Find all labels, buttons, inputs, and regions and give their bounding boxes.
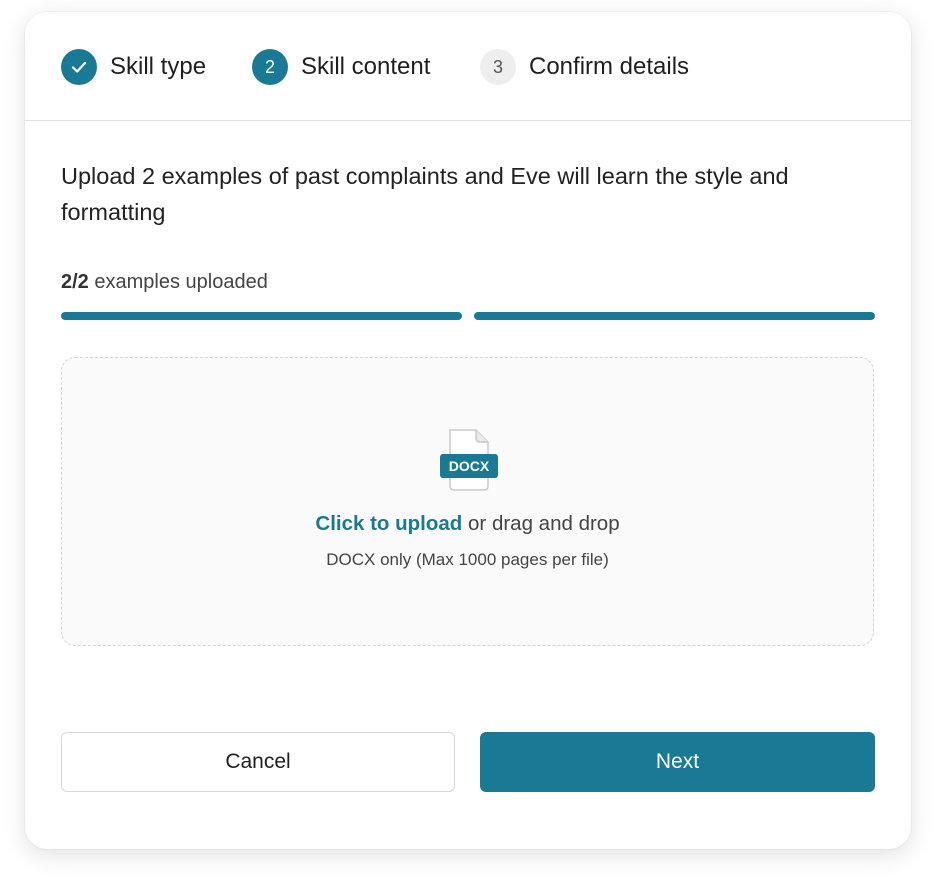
instruction-text: Upload 2 examples of past complaints and… (61, 163, 789, 225)
stepper: Skill type 2 Skill content 3 Confirm det… (25, 12, 911, 121)
step-skill-content[interactable]: 2 Skill content (252, 48, 430, 86)
upload-instructions: Click to upload or drag and drop (62, 512, 873, 536)
next-button[interactable]: Next (480, 732, 875, 792)
file-dropzone[interactable]: DOCX Click to upload or drag and drop DO… (61, 357, 874, 646)
step-number-badge: 2 (252, 49, 288, 85)
step-number-badge: 3 (480, 49, 516, 85)
upload-count: 2/2 (61, 271, 89, 293)
cancel-button[interactable]: Cancel (61, 732, 455, 792)
docx-file-icon: DOCX (440, 429, 498, 491)
upload-counter: 2/2 examples uploaded (61, 271, 268, 294)
progress-segment-1 (61, 312, 462, 320)
file-type-hint: DOCX only (Max 1000 pages per file) (326, 550, 609, 569)
step-skill-type[interactable]: Skill type (61, 48, 206, 86)
click-to-upload-link[interactable]: Click to upload (315, 512, 462, 535)
check-icon (71, 61, 87, 73)
progress-segment-2 (474, 312, 875, 320)
step-label: Skill content (301, 53, 431, 80)
step-confirm-details[interactable]: 3 Confirm details (480, 48, 689, 86)
upload-counter-suffix: examples uploaded (88, 271, 268, 293)
step-label: Confirm details (529, 53, 690, 80)
wizard-card: Skill type 2 Skill content 3 Confirm det… (25, 12, 911, 849)
step-label: Skill type (110, 53, 207, 80)
drag-drop-text: or drag and drop (462, 512, 620, 535)
file-type-label: DOCX (449, 458, 490, 474)
step-complete-badge (61, 49, 97, 85)
